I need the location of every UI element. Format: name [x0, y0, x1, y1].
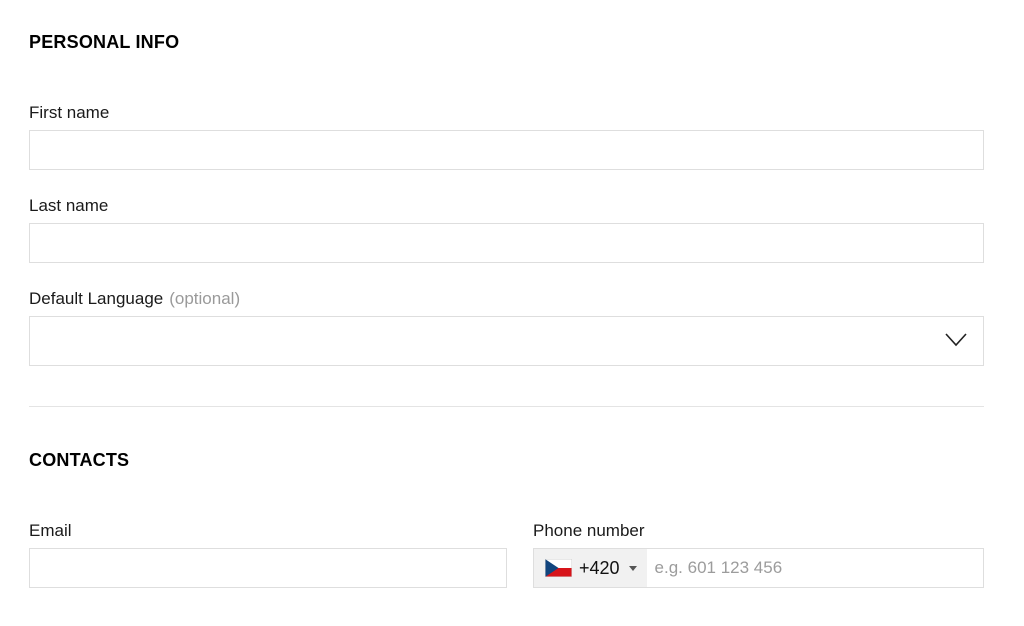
contacts-heading: CONTACTS — [29, 450, 130, 470]
phone-number-input[interactable] — [646, 549, 983, 587]
chevron-down-icon — [945, 333, 967, 347]
phone-number-label: Phone number — [533, 521, 645, 540]
first-name-input[interactable] — [29, 130, 984, 170]
phone-number-field: +420 — [533, 548, 984, 588]
email-input[interactable] — [29, 548, 507, 588]
caret-down-icon — [628, 565, 637, 571]
default-language-label-row: Default Language (optional) — [29, 289, 240, 309]
default-language-label: Default Language — [29, 289, 164, 308]
czech-flag-icon — [545, 559, 572, 577]
country-code-select[interactable]: +420 — [534, 549, 647, 587]
optional-hint: (optional) — [169, 289, 241, 308]
last-name-input[interactable] — [29, 223, 984, 263]
default-language-select[interactable] — [29, 316, 984, 366]
section-divider — [29, 406, 984, 407]
personal-info-heading: PERSONAL INFO — [29, 32, 180, 52]
first-name-label: First name — [29, 103, 110, 122]
email-label: Email — [29, 521, 72, 540]
last-name-label: Last name — [29, 196, 109, 215]
dial-code: +420 — [579, 557, 620, 578]
